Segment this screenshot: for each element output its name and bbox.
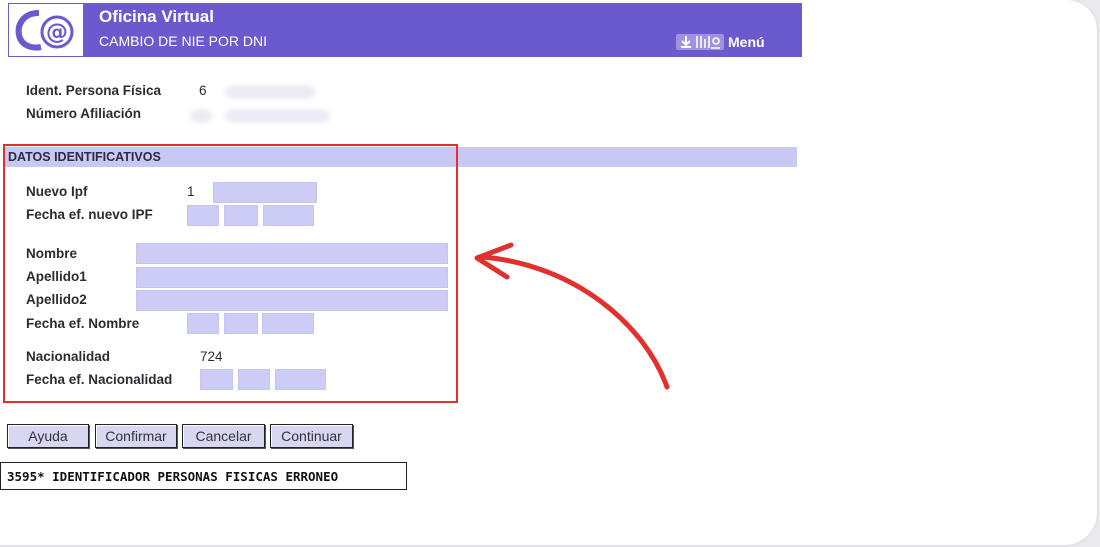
oficina-logo-icon: @ [8, 3, 84, 57]
apellido1-input[interactable] [136, 267, 448, 288]
apellido2-label: Apellido2 [26, 292, 87, 307]
nacionalidad-label: Nacionalidad [26, 349, 111, 364]
section-title: DATOS IDENTIFICATIVOS [8, 150, 161, 164]
fecha-nombre-label: Fecha ef. Nombre [26, 316, 140, 331]
redacted-ipf [225, 85, 315, 99]
continuar-button[interactable]: Continuar [270, 424, 353, 448]
tools-icon [696, 36, 720, 49]
fecha-nombre-month[interactable] [224, 313, 258, 334]
nuevo-ipf-type: 1 [187, 184, 195, 199]
apellido1-label: Apellido1 [26, 269, 87, 284]
app-title: Oficina Virtual [99, 7, 214, 26]
nombre-input[interactable] [136, 243, 448, 264]
cancelar-button[interactable]: Cancelar [182, 424, 265, 448]
svg-text:@: @ [46, 20, 68, 45]
nombre-label: Nombre [26, 246, 78, 261]
header-bar: @ Oficina Virtual CAMBIO DE NIE POR DNI … [8, 3, 802, 57]
fecha-nombre-year[interactable] [262, 313, 314, 334]
ayuda-button[interactable]: Ayuda [7, 424, 89, 448]
fecha-nuevo-ipf-label: Fecha ef. nuevo IPF [26, 207, 153, 222]
nuevo-ipf-label: Nuevo Ipf [26, 184, 88, 199]
afiliacion-label: Número Afiliación [26, 106, 142, 121]
fecha-nuevo-ipf-month[interactable] [224, 205, 258, 226]
page-subtitle: CAMBIO DE NIE POR DNI [99, 33, 268, 49]
fecha-nacionalidad-year[interactable] [275, 369, 326, 390]
download-icon [681, 36, 691, 48]
redacted-afiliacion [225, 109, 330, 123]
confirmar-button[interactable]: Confirmar [95, 424, 177, 448]
fecha-nuevo-ipf-day[interactable] [187, 205, 219, 226]
menu-icons [676, 34, 724, 50]
fecha-nacionalidad-month[interactable] [238, 369, 270, 390]
menu-button[interactable]: Menú [676, 32, 765, 52]
error-message: 3595* IDENTIFICADOR PERSONAS FISICAS ERR… [0, 462, 407, 490]
redacted-afiliacion-prefix [190, 109, 212, 123]
fecha-nuevo-ipf-year[interactable] [263, 205, 314, 226]
fecha-nacionalidad-day[interactable] [200, 369, 233, 390]
annotation-arrow-icon [474, 242, 670, 390]
ipf-label: Ident. Persona Física [26, 83, 162, 98]
fecha-nombre-day[interactable] [187, 313, 219, 334]
ipf-value: 6 [199, 83, 207, 98]
nuevo-ipf-input[interactable] [213, 182, 317, 203]
fecha-nacionalidad-label: Fecha ef. Nacionalidad [26, 372, 173, 387]
apellido2-input[interactable] [136, 290, 448, 311]
nacionalidad-value: 724 [200, 349, 223, 364]
app-window: @ Oficina Virtual CAMBIO DE NIE POR DNI … [0, 0, 1097, 545]
menu-label: Menú [728, 34, 765, 50]
